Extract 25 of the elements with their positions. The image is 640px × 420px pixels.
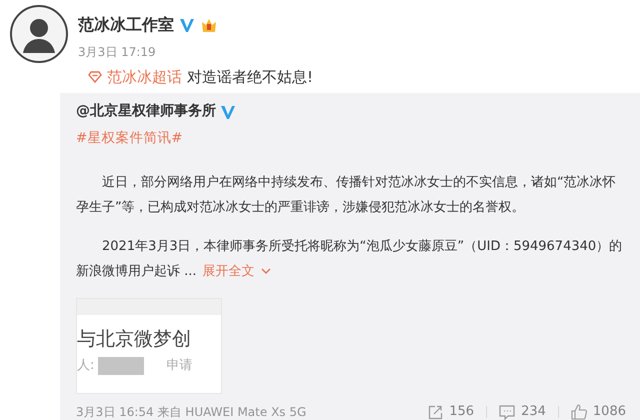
post-text: 对造谣者绝不姑息!: [187, 66, 314, 88]
document-label: 人:: [77, 357, 94, 376]
document-title: 与北京微梦创: [77, 327, 192, 352]
share-icon: [428, 404, 444, 420]
chevron-down-icon: [260, 268, 271, 276]
avatar[interactable]: [10, 5, 68, 63]
expand-link[interactable]: 展开全文: [202, 264, 255, 280]
hashtag-link[interactable]: #星权案件简讯#: [76, 128, 183, 148]
topic-link[interactable]: 范冰冰超话: [107, 66, 182, 88]
thumbs-up-icon: [570, 404, 587, 420]
author-link[interactable]: @北京星权律师事务所: [76, 101, 216, 122]
post-time[interactable]: 3月3日 17:19: [78, 43, 218, 61]
crown-badge-icon: [200, 17, 218, 33]
paragraph: 2021年3月3日，本律师事务所受托将昵称为“泡瓜少女藤原豆”（UID：5949674340）的新浪微博用户起诉 ... 展开全文: [76, 238, 624, 282]
diamond-icon: [88, 71, 102, 83]
document-thumbnail[interactable]: 与北京微梦创 人: 申请: [76, 298, 222, 394]
repost-time[interactable]: 3月3日 16:54 来自 HUAWEI Mate Xs 5G: [76, 403, 306, 420]
redaction-block: [98, 357, 144, 375]
repost-count[interactable]: 156: [428, 402, 474, 420]
comment-icon: [499, 404, 516, 420]
author-name[interactable]: 范冰冰工作室: [78, 13, 174, 37]
comment-count[interactable]: 234: [499, 402, 546, 420]
document-field: 申请: [166, 356, 192, 376]
like-count[interactable]: 1086: [570, 402, 626, 420]
paragraph: 近日，部分网络用户在网络中持续发布、传播针对范冰冰女士的不实信息，诸如“范冰冰怀孕生子”等，已构成对范冰冰女士的严重诽谤，涉嫌侵犯范冰冰女士的名誉权。: [76, 174, 617, 218]
